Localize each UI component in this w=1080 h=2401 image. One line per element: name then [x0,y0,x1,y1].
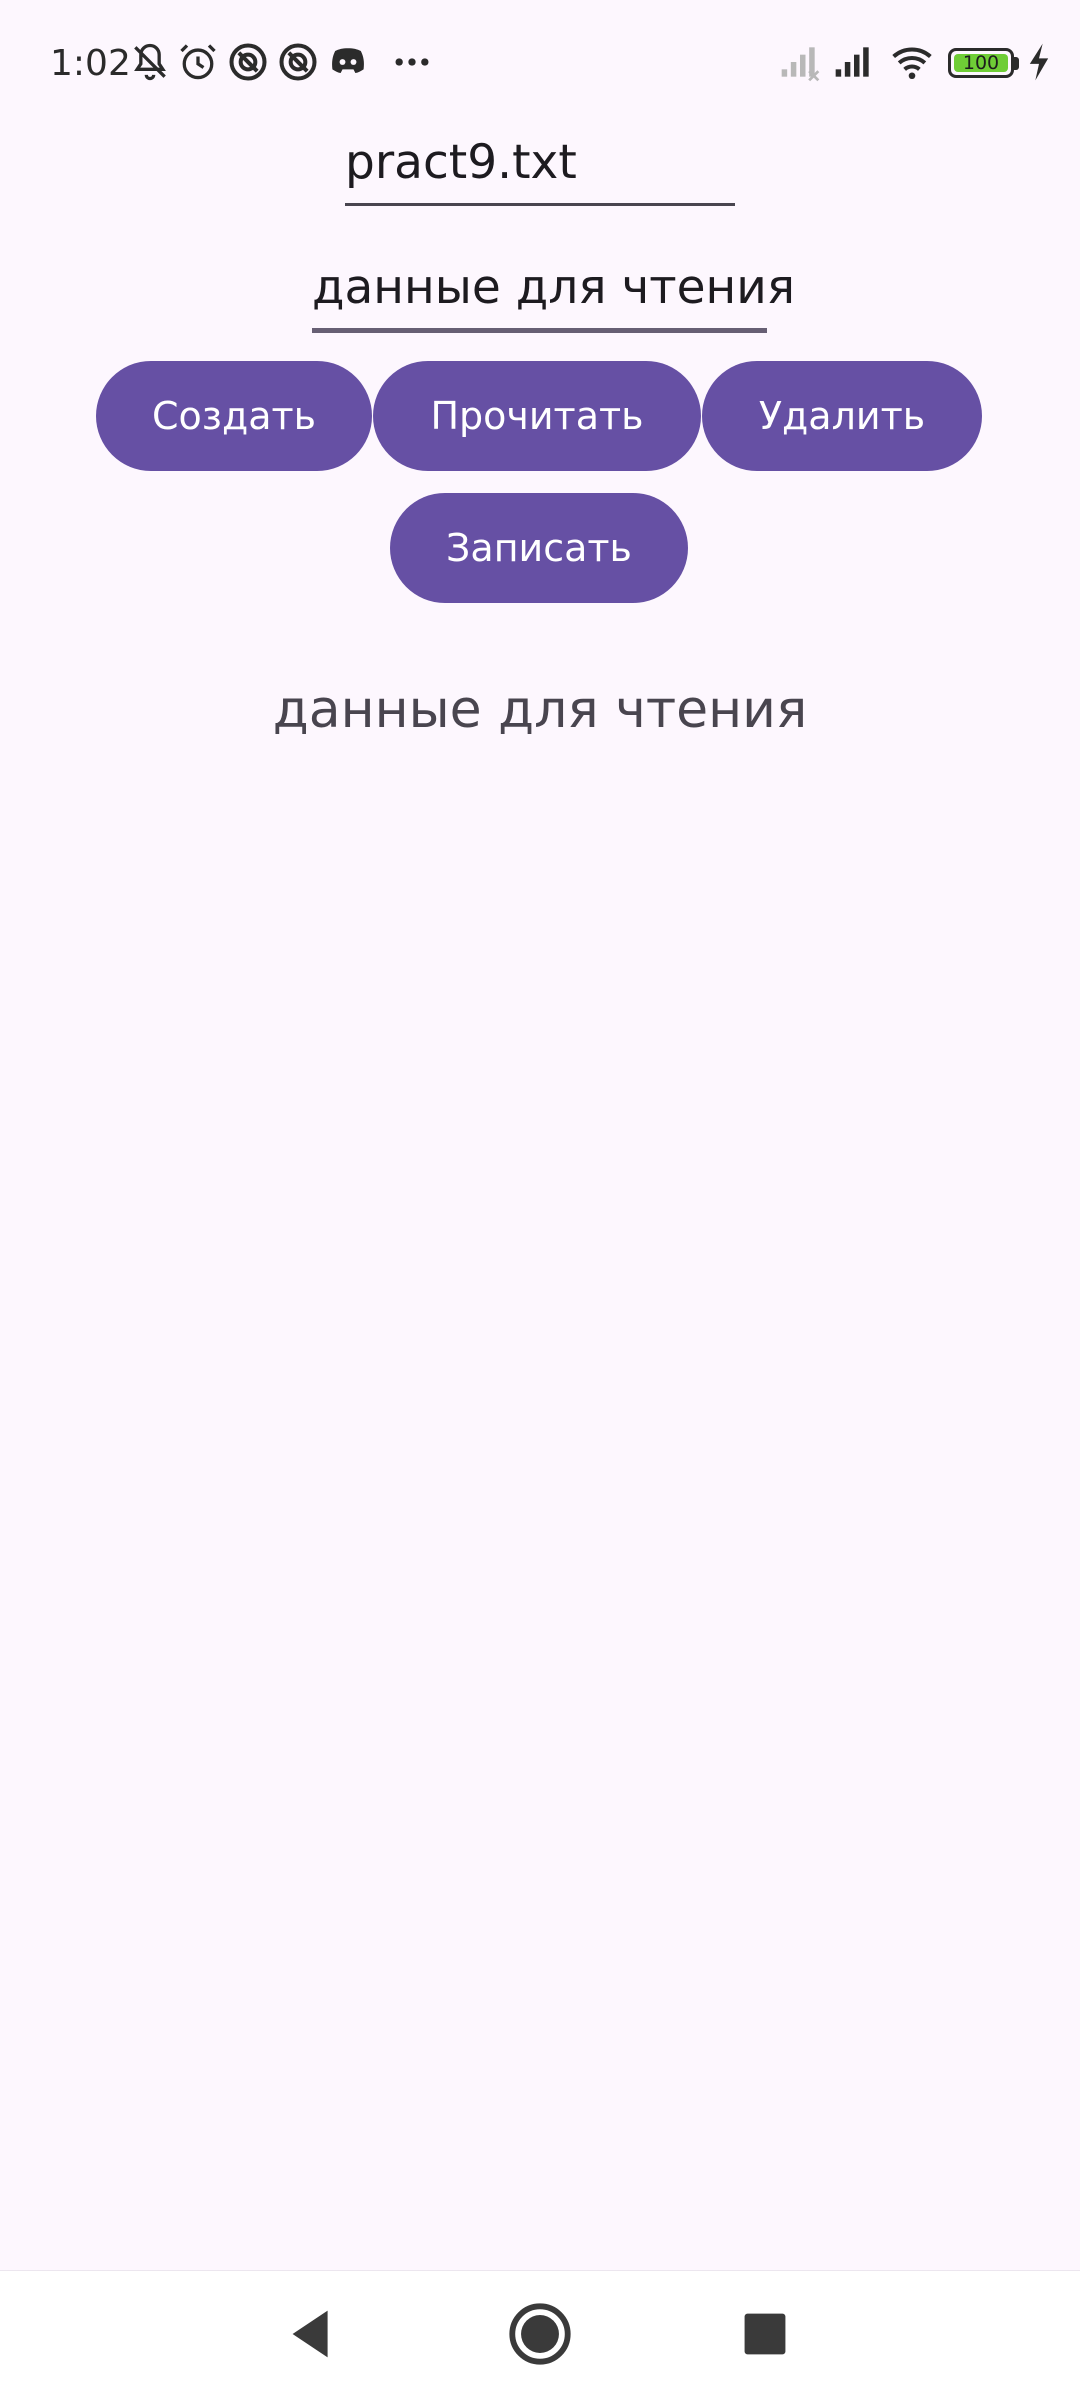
read-button[interactable]: Прочитать [373,361,701,471]
back-icon[interactable] [278,2299,348,2369]
status-bar: 1:02 100 [0,0,1080,128]
filename-input[interactable]: pract9.txt [345,133,735,206]
bell-off-icon [128,40,172,84]
signal-none-icon [778,40,822,84]
write-button[interactable]: Записать [390,493,688,603]
more-dots-icon [390,40,434,84]
battery-level-label: 100 [962,52,1000,74]
delete-button[interactable]: Удалить [702,361,982,471]
signal-full-icon [832,40,876,84]
status-time: 1:02 [50,43,131,84]
battery-icon: 100 [948,48,1014,78]
alarm-icon [176,40,220,84]
charging-bolt-icon [1024,40,1054,84]
data-input[interactable]: данные для чтения [312,258,795,333]
discord-icon [326,40,370,84]
battery-tip [1014,57,1019,70]
app-notification-icon [226,40,270,84]
create-button[interactable]: Создать [96,361,372,471]
file-content-text: данные для чтения [272,680,808,740]
wifi-icon [890,40,934,84]
app-notification-icon [276,40,320,84]
navigation-bar [0,2270,1080,2401]
home-icon[interactable] [505,2299,575,2369]
recents-icon[interactable] [730,2299,800,2369]
